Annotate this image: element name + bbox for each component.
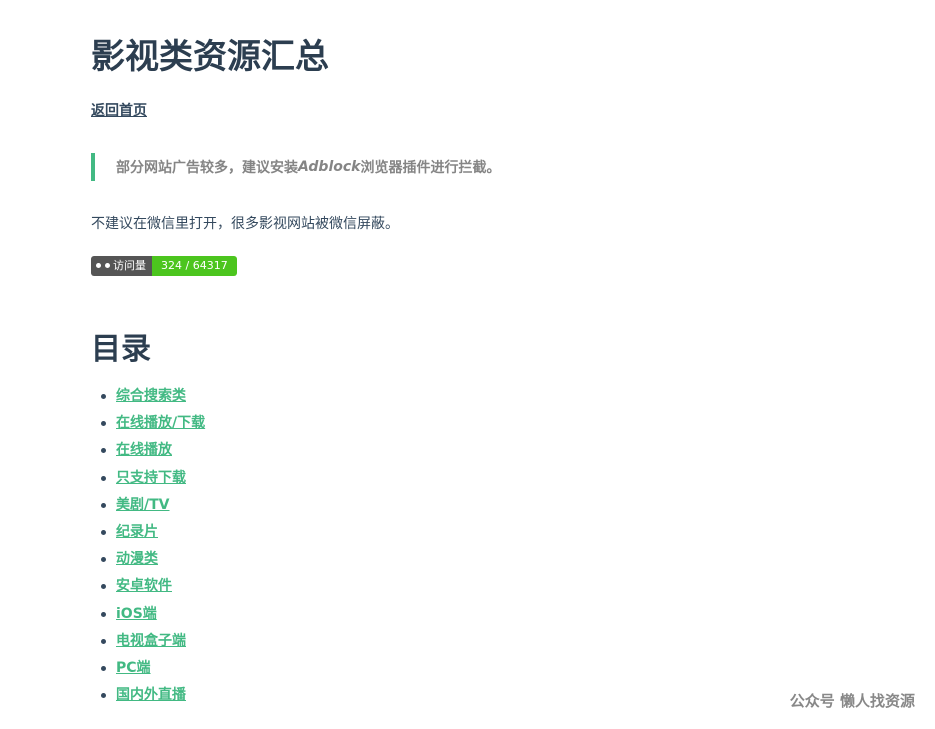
- toc-item: 安卓软件: [100, 574, 205, 601]
- toc-item: 国内外直播: [100, 683, 205, 710]
- toc-item: 在线播放/下载: [100, 411, 205, 438]
- wechat-notice: 不建议在微信里打开，很多影视网站被微信屏蔽。: [91, 216, 399, 232]
- toc-link-search[interactable]: 综合搜索类: [116, 388, 186, 404]
- toc-item: 综合搜索类: [100, 384, 205, 411]
- toc-link-android[interactable]: 安卓软件: [116, 578, 172, 594]
- badge-label: 访问量: [113, 259, 146, 272]
- page-title: 影视类资源汇总: [91, 37, 329, 77]
- toc-item: 美剧/TV: [100, 493, 205, 520]
- toc-item: 电视盒子端: [100, 629, 205, 656]
- toc-item: 在线播放: [100, 438, 205, 465]
- watermark: 公众号 懒人找资源: [789, 692, 915, 710]
- toc-item: 动漫类: [100, 547, 205, 574]
- tip-text-after: 浏览器插件进行拦截。: [360, 160, 501, 176]
- toc-list: 综合搜索类 在线播放/下载 在线播放 只支持下载 美剧/TV 纪录片 动漫类 安…: [91, 384, 205, 710]
- toc-title: 目录: [91, 332, 151, 367]
- tip-text-emphasis: Adblock: [298, 159, 361, 175]
- badge-label-section: 访问量: [91, 256, 152, 276]
- glasses-icon: [96, 262, 110, 270]
- toc-item: 只支持下载: [100, 466, 205, 493]
- toc-link-us-tv[interactable]: 美剧/TV: [116, 497, 170, 513]
- toc-link-ios[interactable]: iOS端: [116, 606, 157, 622]
- toc-item: PC端: [100, 656, 205, 683]
- toc-link-live[interactable]: 国内外直播: [116, 687, 186, 703]
- badge-value: 324 / 64317: [152, 256, 237, 276]
- toc-link-online-download[interactable]: 在线播放/下载: [116, 415, 205, 431]
- visit-count-badge: 访问量 324 / 64317: [91, 256, 237, 276]
- toc-link-anime[interactable]: 动漫类: [116, 551, 158, 567]
- toc-link-pc[interactable]: PC端: [116, 660, 151, 676]
- toc-link-documentary[interactable]: 纪录片: [116, 524, 158, 540]
- toc-link-download-only[interactable]: 只支持下载: [116, 470, 186, 486]
- toc-link-online[interactable]: 在线播放: [116, 442, 172, 458]
- tip-blockquote: 部分网站广告较多，建议安装 Adblock 浏览器插件进行拦截。: [91, 153, 500, 181]
- toc-item: iOS端: [100, 602, 205, 629]
- back-home-link[interactable]: 返回首页: [91, 100, 147, 120]
- toc-item: 纪录片: [100, 520, 205, 547]
- toc-link-tv-box[interactable]: 电视盒子端: [116, 633, 186, 649]
- tip-text-before: 部分网站广告较多，建议安装: [116, 160, 298, 176]
